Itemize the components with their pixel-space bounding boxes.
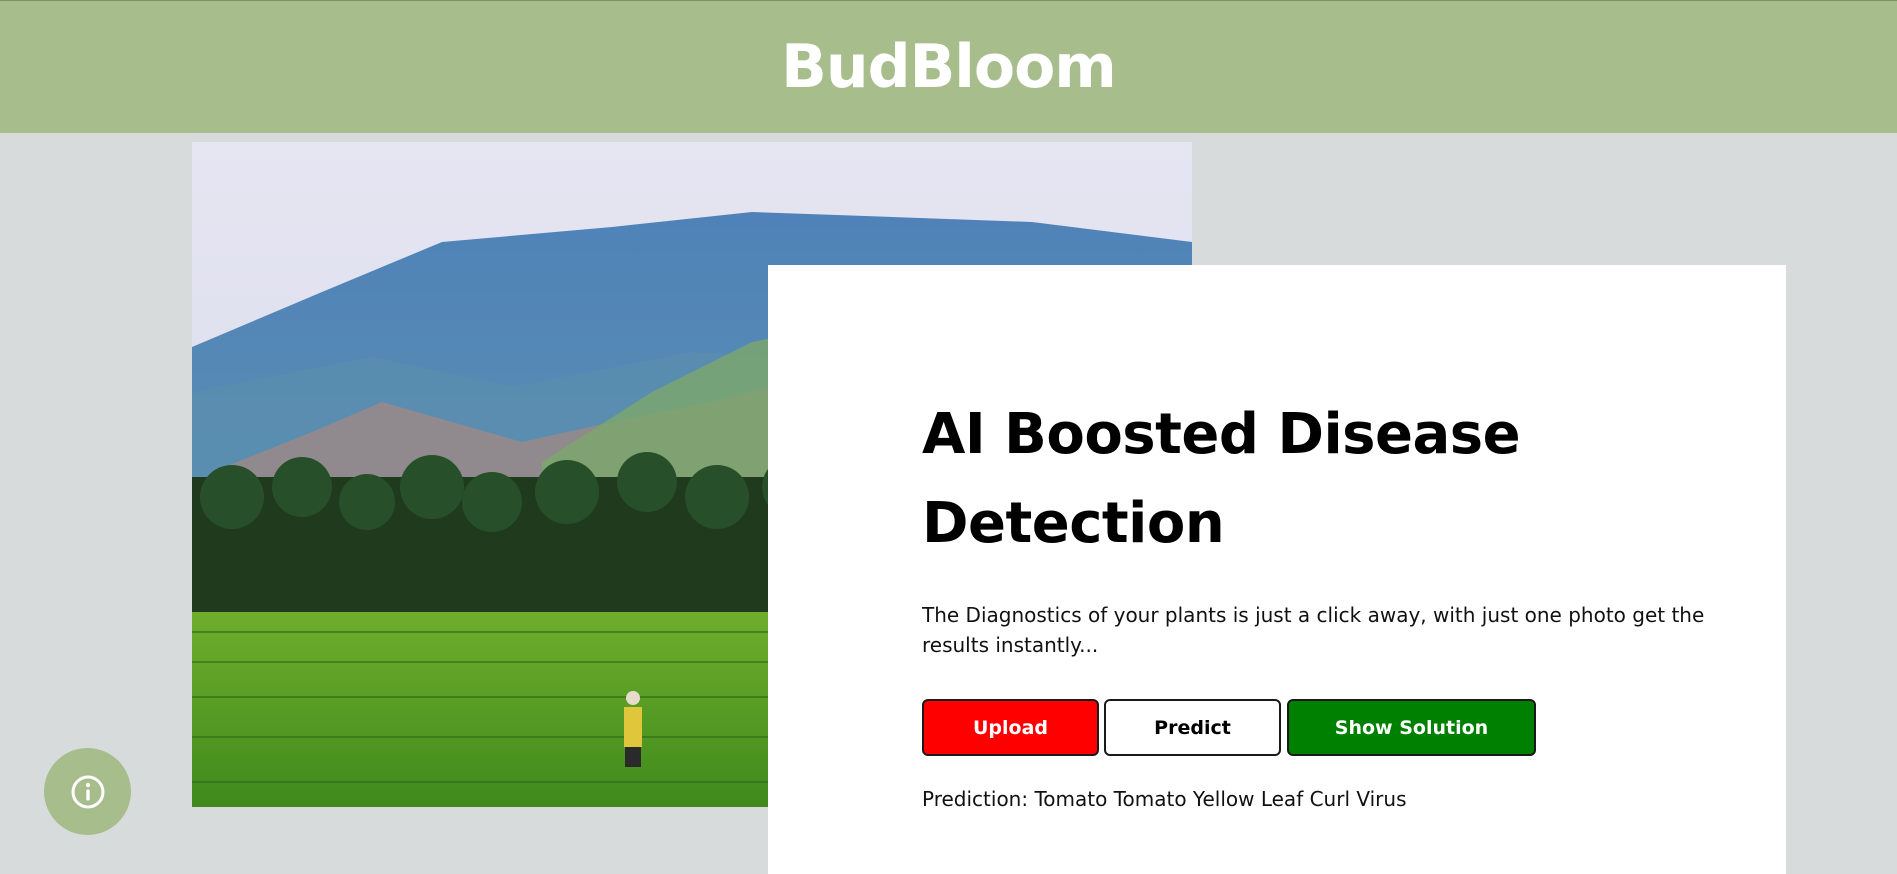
info-icon <box>71 775 104 808</box>
brand-logo-text[interactable]: BudBloom <box>781 32 1117 102</box>
show-solution-button[interactable]: Show Solution <box>1287 699 1536 756</box>
page-title: AI Boosted Disease Detection <box>922 402 1521 556</box>
info-button[interactable] <box>44 748 131 835</box>
site-header: BudBloom <box>0 0 1897 133</box>
upload-button[interactable]: Upload <box>922 699 1099 756</box>
description-text: The Diagnostics of your plants is just a… <box>922 603 1705 657</box>
prediction-result: Prediction: Tomato Tomato Yellow Leaf Cu… <box>922 787 1407 811</box>
predict-button[interactable]: Predict <box>1104 699 1281 756</box>
detection-card: AI Boosted Disease Detection The Diagnos… <box>768 265 1786 874</box>
